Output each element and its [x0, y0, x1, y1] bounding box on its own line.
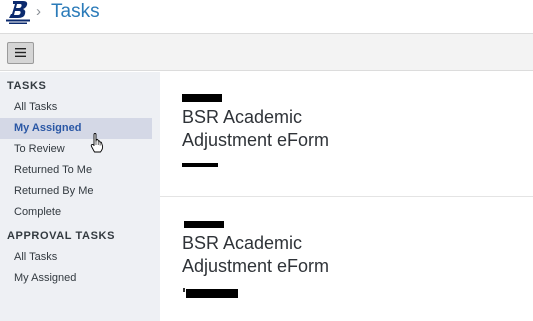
boise-state-logo[interactable]: [3, 0, 33, 26]
redacted-label: [182, 94, 222, 102]
task-title-line2: Adjustment eForm: [182, 130, 330, 150]
toolbar: [0, 33, 533, 71]
redaction-tick: [183, 288, 185, 292]
sidebar-item-returned-to-me[interactable]: Returned To Me: [0, 160, 152, 181]
sidebar-item-all-tasks[interactable]: All Tasks: [0, 97, 152, 118]
task-divider: [160, 196, 533, 197]
sidebar-item-my-assigned[interactable]: My Assigned: [0, 118, 152, 139]
section-title-approval-tasks: APPROVAL TASKS: [7, 230, 116, 242]
breadcrumb-separator: ›: [36, 3, 41, 20]
app-header: › Tasks: [0, 0, 533, 33]
sidebar-item-returned-by-me[interactable]: Returned By Me: [0, 181, 152, 202]
redacted-label: [184, 221, 224, 228]
task-title-line1: BSR Academic: [182, 233, 303, 253]
sidebar-item-approval-all-tasks[interactable]: All Tasks: [0, 247, 152, 268]
page-title[interactable]: Tasks: [51, 1, 100, 23]
task-title[interactable]: BSR Academic Adjustment eForm: [182, 232, 512, 278]
task-title-line1: BSR Academic: [182, 107, 303, 127]
task-list: BSR Academic Adjustment eForm BSR Academ…: [160, 72, 533, 321]
section-title-tasks: TASKS: [7, 80, 47, 92]
sidebar-item-approval-my-assigned[interactable]: My Assigned: [0, 268, 152, 289]
task-title[interactable]: BSR Academic Adjustment eForm: [182, 106, 512, 152]
hamburger-icon: [15, 44, 26, 62]
redacted-value: [186, 289, 238, 298]
sidebar-item-complete[interactable]: Complete: [0, 202, 152, 223]
sidebar: TASKS All Tasks My Assigned To Review Re…: [0, 72, 160, 321]
redacted-value: [182, 163, 218, 167]
task-title-line2: Adjustment eForm: [182, 256, 330, 276]
sidebar-item-to-review[interactable]: To Review: [0, 139, 152, 160]
sidebar-toggle-button[interactable]: [7, 42, 34, 64]
